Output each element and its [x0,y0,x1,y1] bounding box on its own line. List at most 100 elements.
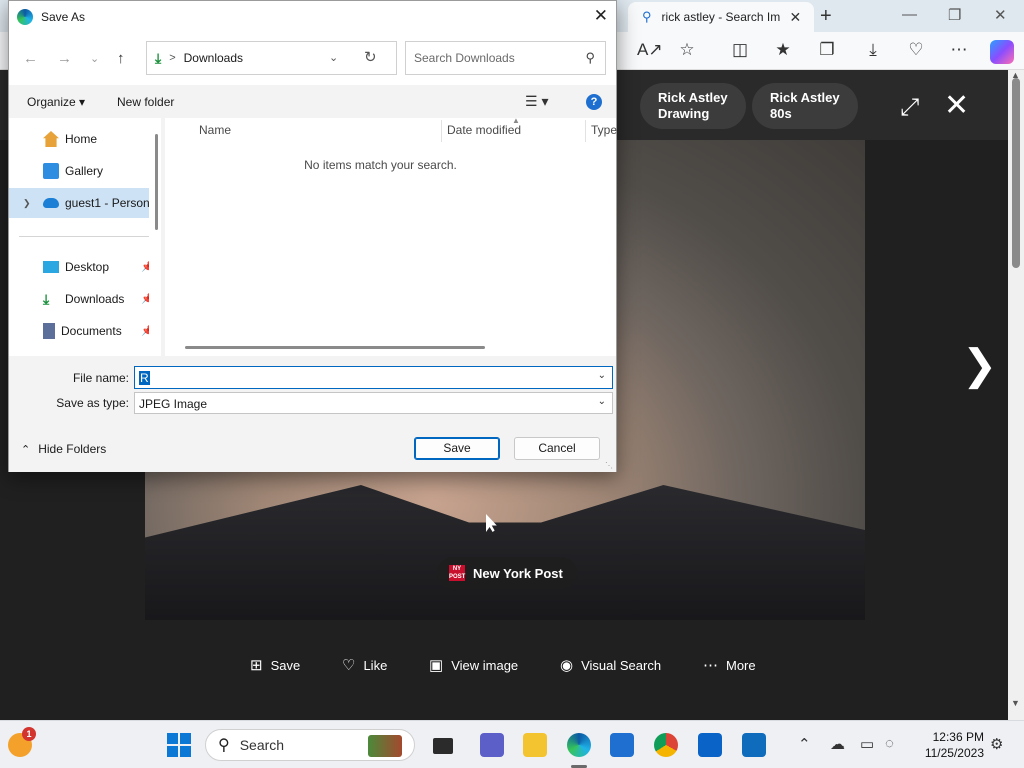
source-name: New York Post [473,565,563,581]
copilot-icon[interactable] [990,40,1014,64]
like-action-button[interactable]: ♡ Like [342,656,387,674]
nav-item-onedrive[interactable]: ❯ guest1 - Personal [9,188,149,218]
column-divider[interactable] [585,120,586,142]
column-divider[interactable] [441,120,442,142]
pin-icon: 📌 [141,261,149,273]
system-clock[interactable]: 12:36 PM 11/25/2023 [912,729,984,761]
widgets-notification-badge: 1 [22,727,36,741]
save-as-type-select[interactable]: JPEG Image ⌄ [134,392,613,414]
page-scrollbar[interactable]: ▲ ▼ [1008,70,1024,720]
file-name-field[interactable]: R ⌄ [134,366,613,389]
view-options-icon[interactable]: ☰ ▾ [525,93,548,110]
file-list-horizontal-scrollbar[interactable] [185,346,485,349]
collections-icon[interactable]: ❐ [816,40,838,60]
hide-folders-button[interactable]: ⌃ Hide Folders [21,442,106,456]
view-image-action-button[interactable]: ▣ View image [429,656,518,674]
task-view-icon[interactable] [433,738,453,754]
forward-arrow-icon[interactable]: → [57,50,72,67]
dialog-footer: ⌃ Hide Folders Save Cancel ⋱ [9,418,616,472]
expand-chevron-icon[interactable]: ❯ [23,198,31,209]
nav-divider [19,236,149,237]
save-button[interactable]: Save [414,437,500,460]
home-icon [43,131,59,147]
expand-icon[interactable]: ⤢ [900,94,919,122]
taskbar-search-box[interactable]: ⚲ Search [205,729,415,761]
action-label: More [726,657,756,673]
help-icon[interactable]: ? [586,94,602,110]
read-aloud-icon[interactable]: A↗ [637,40,663,60]
onedrive-tray-icon[interactable]: ☁ [830,735,845,753]
breadcrumb-downloads[interactable]: Downloads [184,51,314,65]
maximize-button[interactable]: ❐ [948,6,961,24]
new-folder-button[interactable]: New folder [117,95,174,109]
close-viewer-icon[interactable]: ✕ [944,88,969,123]
mail-icon[interactable] [698,733,722,757]
resize-grip-icon[interactable]: ⋱ [605,461,613,470]
downloads-icon[interactable]: ⤓ [862,40,884,60]
dialog-close-icon[interactable]: ✕ [594,6,608,26]
recent-locations-chevron-icon[interactable]: ⌄ [90,52,99,65]
outlook-icon[interactable] [742,733,766,757]
nav-item-gallery[interactable]: Gallery [9,156,149,186]
edge-icon[interactable] [567,733,591,757]
search-downloads-box[interactable]: ⚲ [405,41,606,75]
scrollbar-thumb[interactable] [1012,78,1020,268]
show-hidden-icons-chevron-icon[interactable]: ⌃ [798,735,811,753]
teams-icon[interactable] [480,733,504,757]
column-header-type[interactable]: Type [591,123,617,137]
address-bar[interactable]: ⤓ > Downloads ⌄ ↻ [146,41,397,75]
notification-center-icon[interactable]: ⚙ [990,735,1003,753]
onedrive-icon [43,198,59,208]
next-image-arrow-icon[interactable]: ❯ [962,340,997,389]
refresh-icon[interactable]: ↻ [364,48,377,66]
nav-item-desktop[interactable]: Desktop 📌 [9,252,149,282]
browser-essentials-icon[interactable]: ♡ [905,40,927,60]
new-york-post-logo: NY POST [449,565,466,581]
close-window-button[interactable]: ✕ [994,6,1007,24]
back-arrow-icon[interactable]: ← [23,50,38,67]
nav-item-label: Desktop [65,260,110,274]
file-name-dropdown-icon[interactable]: ⌄ [598,370,606,381]
search-input[interactable] [414,51,574,65]
favorite-star-icon[interactable]: ☆ [676,40,698,60]
cancel-button[interactable]: Cancel [514,437,600,460]
chrome-icon[interactable] [654,733,678,757]
start-button-windows-icon[interactable] [167,733,191,757]
store-icon[interactable] [610,733,634,757]
column-header-date-modified[interactable]: Date modified [447,123,521,137]
favorites-icon[interactable]: ★ [772,40,794,60]
network-display-icon[interactable]: ▭ [860,735,874,753]
tab-close-icon[interactable]: ✕ [790,9,802,26]
nav-item-home[interactable]: Home [9,124,149,154]
new-tab-button[interactable]: + [820,5,832,28]
column-header-name[interactable]: Name [199,123,231,137]
minimize-button[interactable]: — [902,6,917,23]
visual-search-action-button[interactable]: ◉ Visual Search [560,656,661,674]
save-as-type-dropdown-icon[interactable]: ⌄ [598,396,606,407]
save-action-button[interactable]: ⊞ Save [250,656,300,674]
chip-line2: Drawing [658,106,710,121]
organize-button[interactable]: Organize ▾ [27,95,85,109]
dialog-title: Save As [41,10,86,24]
split-screen-icon[interactable]: ◫ [729,40,751,60]
file-explorer-icon[interactable] [523,733,547,757]
empty-folder-message: No items match your search. [304,158,457,172]
chip-line2: 80s [770,106,792,121]
up-folder-arrow-icon[interactable]: ↑ [117,50,125,67]
related-chip-80s[interactable]: Rick Astley 80s [752,83,858,129]
scroll-down-icon[interactable]: ▼ [1011,698,1020,708]
address-dropdown-icon[interactable]: ⌄ [329,51,338,64]
image-source-link[interactable]: NY POST New York Post [437,557,577,589]
search-icon[interactable]: ⚲ [585,50,595,66]
more-action-button[interactable]: ⋯ More [703,656,756,674]
more-icon[interactable]: ⋯ [948,40,970,60]
related-chip-drawing[interactable]: Rick Astley Drawing [640,83,746,129]
nav-item-downloads[interactable]: ⤓ Downloads 📌 [9,284,149,314]
nav-item-documents[interactable]: Documents 📌 [9,316,149,346]
volume-muted-icon[interactable]: ◌ [885,735,894,752]
nav-item-label: Gallery [65,164,104,178]
browser-tab[interactable]: ⚲ rick astley - Search Images ✕ [628,2,814,32]
file-name-value[interactable]: R [139,371,150,385]
command-bar: Organize ▾ New folder ☰ ▾ ? [9,85,616,118]
nav-pane-scrollbar[interactable] [155,134,158,230]
